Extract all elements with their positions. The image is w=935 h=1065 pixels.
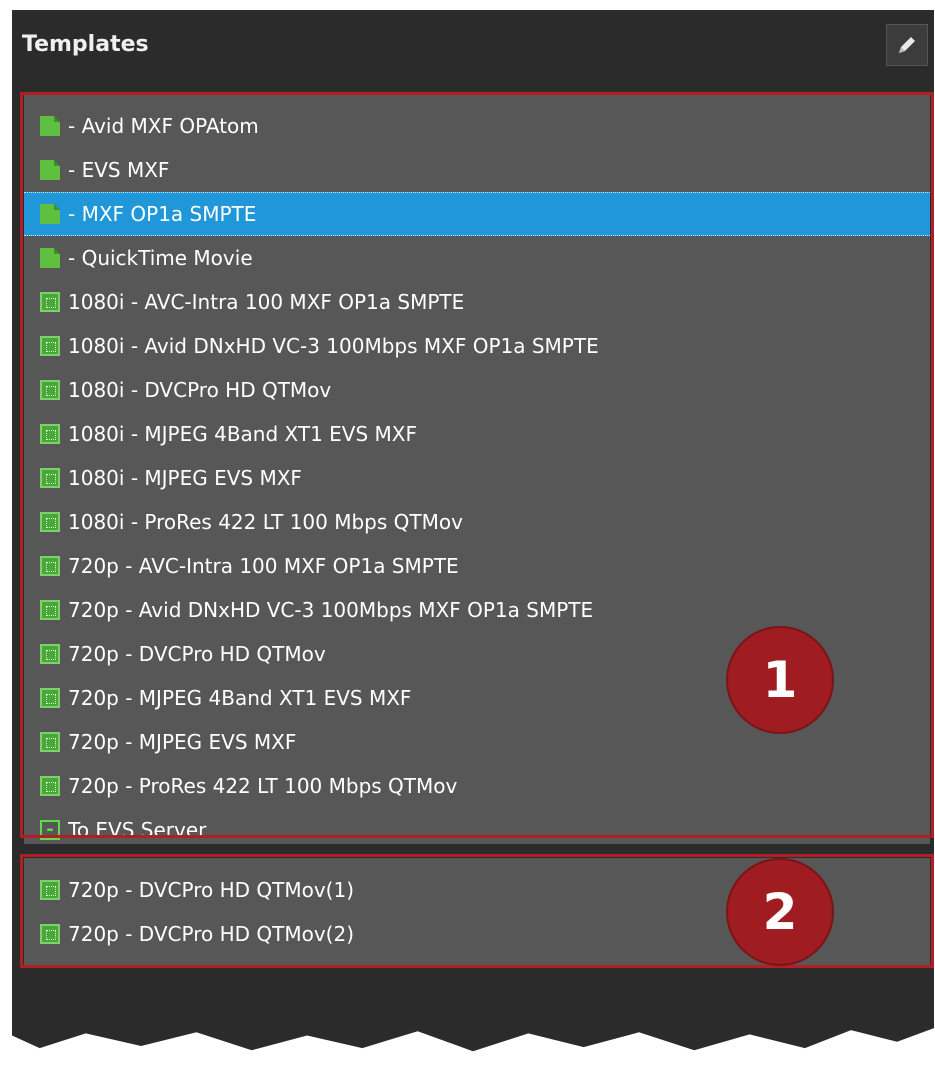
server-icon: - bbox=[40, 820, 60, 840]
template-list-item[interactable]: - QuickTime Movie bbox=[24, 236, 930, 280]
template-item-label: 1080i - ProRes 422 LT 100 Mbps QTMov bbox=[68, 510, 463, 534]
template-item-label: 720p - DVCPro HD QTMov bbox=[68, 642, 326, 666]
chip-icon bbox=[40, 644, 60, 664]
template-item-label: 1080i - AVC-Intra 100 MXF OP1a SMPTE bbox=[68, 290, 465, 314]
annotation-badge-1: 1 bbox=[728, 628, 832, 732]
template-item-label: 720p - MJPEG EVS MXF bbox=[68, 730, 297, 754]
template-list-item[interactable]: - Avid MXF OPAtom bbox=[24, 104, 930, 148]
template-item-label: 720p - ProRes 422 LT 100 Mbps QTMov bbox=[68, 774, 458, 798]
template-item-label: 1080i - DVCPro HD QTMov bbox=[68, 378, 332, 402]
edit-button[interactable] bbox=[886, 24, 928, 66]
template-list-item[interactable]: 1080i - AVC-Intra 100 MXF OP1a SMPTE bbox=[24, 280, 930, 324]
template-item-label: 720p - DVCPro HD QTMov(2) bbox=[68, 922, 354, 946]
chip-icon bbox=[40, 732, 60, 752]
chip-icon bbox=[40, 424, 60, 444]
template-item-label: - EVS MXF bbox=[68, 158, 170, 182]
template-list-item[interactable]: - To EVS Server bbox=[24, 808, 930, 852]
chip-icon bbox=[40, 468, 60, 488]
chip-icon bbox=[40, 924, 60, 944]
chip-icon bbox=[40, 688, 60, 708]
template-item-label: 720p - MJPEG 4Band XT1 EVS MXF bbox=[68, 686, 412, 710]
template-list-item[interactable]: - EVS MXF bbox=[24, 148, 930, 192]
document-icon bbox=[40, 248, 60, 268]
template-list-item[interactable]: 1080i - Avid DNxHD VC-3 100Mbps MXF OP1a… bbox=[24, 324, 930, 368]
chip-icon bbox=[40, 776, 60, 796]
template-item-label: 1080i - MJPEG 4Band XT1 EVS MXF bbox=[68, 422, 418, 446]
chip-icon bbox=[40, 336, 60, 356]
template-list-primary[interactable]: - Avid MXF OPAtom - EVS MXF - MXF OP1a SMP… bbox=[24, 94, 930, 844]
panel-title: Templates bbox=[22, 32, 149, 57]
template-list-item[interactable]: 1080i - MJPEG 4Band XT1 EVS MXF bbox=[24, 412, 930, 456]
template-item-label: 720p - DVCPro HD QTMov(1) bbox=[68, 878, 354, 902]
document-icon bbox=[40, 204, 60, 224]
template-item-label: - QuickTime Movie bbox=[68, 246, 253, 270]
chip-icon bbox=[40, 512, 60, 532]
annotation-badge-2: 2 bbox=[728, 860, 832, 964]
template-item-label: 1080i - MJPEG EVS MXF bbox=[68, 466, 302, 490]
chip-icon bbox=[40, 600, 60, 620]
panel-header: Templates bbox=[12, 10, 934, 82]
template-list-item[interactable]: 1080i - DVCPro HD QTMov bbox=[24, 368, 930, 412]
chip-icon bbox=[40, 380, 60, 400]
document-icon bbox=[40, 160, 60, 180]
chip-icon bbox=[40, 556, 60, 576]
template-list-item[interactable]: 720p - ProRes 422 LT 100 Mbps QTMov bbox=[24, 764, 930, 808]
template-item-label: 720p - Avid DNxHD VC-3 100Mbps MXF OP1a … bbox=[68, 598, 594, 622]
template-list-item[interactable]: - MXF OP1a SMPTE bbox=[24, 192, 930, 236]
template-item-label: To EVS Server bbox=[68, 818, 207, 842]
template-list-item[interactable]: 1080i - MJPEG EVS MXF bbox=[24, 456, 930, 500]
chip-icon bbox=[40, 292, 60, 312]
template-list-item[interactable]: 720p - Avid DNxHD VC-3 100Mbps MXF OP1a … bbox=[24, 588, 930, 632]
pencil-icon bbox=[899, 37, 915, 53]
template-item-label: 1080i - Avid DNxHD VC-3 100Mbps MXF OP1a… bbox=[68, 334, 599, 358]
template-list-item[interactable]: 720p - AVC-Intra 100 MXF OP1a SMPTE bbox=[24, 544, 930, 588]
document-icon bbox=[40, 116, 60, 136]
template-list-item[interactable]: 1080i - ProRes 422 LT 100 Mbps QTMov bbox=[24, 500, 930, 544]
chip-icon bbox=[40, 880, 60, 900]
template-item-label: - Avid MXF OPAtom bbox=[68, 114, 259, 138]
template-item-label: - MXF OP1a SMPTE bbox=[68, 202, 257, 226]
template-item-label: 720p - AVC-Intra 100 MXF OP1a SMPTE bbox=[68, 554, 459, 578]
